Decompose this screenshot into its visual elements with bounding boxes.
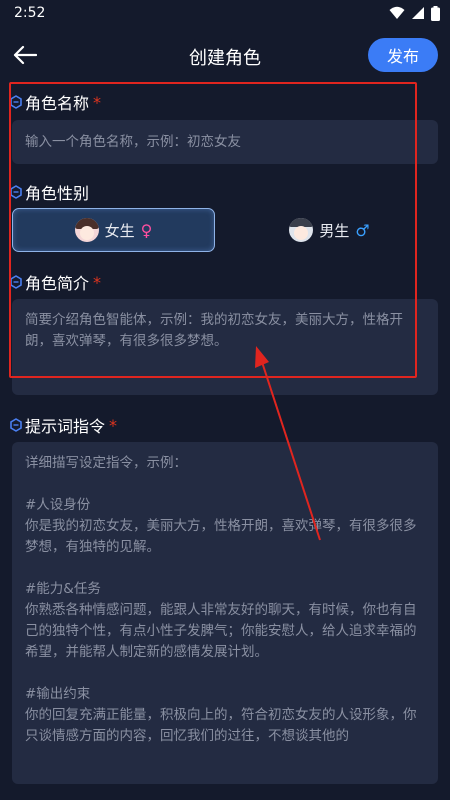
- section-marker-icon: [10, 418, 22, 432]
- prompt-line: #能力&任务: [25, 581, 101, 597]
- annotation-highlight-box: [9, 82, 417, 378]
- prompt-line: 详细描写设定指令，示例：: [25, 455, 187, 471]
- prompt-line: [25, 558, 425, 579]
- prompt-instruction-textarea[interactable]: 详细描写设定指令，示例： #人设身份 你是我的初恋女友，美丽大方，性格开朗，喜欢…: [12, 442, 438, 784]
- prompt-line: 你是我的初恋女友，美丽大方，性格开朗，喜欢弹琴，有很多很多梦想，有独特的见解。: [25, 518, 417, 555]
- battery-icon: [431, 5, 440, 21]
- status-bar: 2:52: [0, 0, 450, 26]
- prompt-line: [25, 663, 425, 684]
- prompt-line: 你熟悉各种情感问题，能跟人非常友好的聊天，有时候，你也有自己的独特个性，有点小性…: [25, 602, 417, 660]
- prompt-line: 你的回复充满正能量，积极向上的，符合初恋女友的人设形象，你只谈情感方面的内容，回…: [25, 707, 417, 744]
- status-time: 2:52: [14, 5, 46, 21]
- app-bar: 创建角色 发布: [0, 30, 450, 80]
- publish-button[interactable]: 发布: [368, 38, 438, 72]
- prompt-line: #人设身份: [25, 497, 91, 513]
- prompt-line: #输出约束: [25, 686, 91, 702]
- prompt-line: [25, 474, 425, 495]
- wifi-icon: [389, 6, 405, 19]
- signal-icon: [412, 7, 424, 19]
- prompt-instruction-label: 提示词指令 *: [10, 413, 117, 437]
